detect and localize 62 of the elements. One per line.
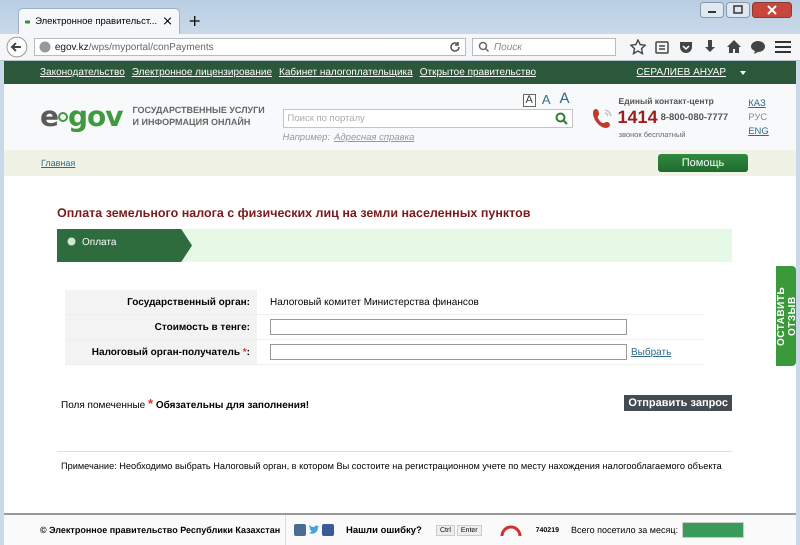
feedback-tab[interactable]: ОСТАВИТЬ ОТЗЫВ (776, 266, 796, 366)
nav-link[interactable]: Открытое правительство (420, 67, 536, 78)
font-size-button[interactable]: A (538, 92, 554, 106)
input-field[interactable] (270, 344, 627, 360)
globe-icon (38, 41, 51, 53)
nav-link[interactable]: Законодательство (40, 67, 125, 78)
home-icon[interactable] (726, 39, 742, 55)
error-report-text: Нашли ошибку? (346, 524, 423, 536)
visits-counter-widget (682, 522, 744, 538)
language-link[interactable]: РУС (748, 112, 769, 122)
back-icon[interactable] (6, 36, 28, 58)
step-tab[interactable]: Оплата (57, 229, 192, 262)
address-bar[interactable]: egov.kz/wps/myportal/conPayments (34, 38, 466, 56)
visits-label: Всего посетило за месяц: (570, 525, 678, 535)
submit-button[interactable]: Отправить запрос (624, 395, 732, 411)
copyright-text: © Электронное правительство Республики Казахстан (40, 525, 282, 535)
minimize-icon[interactable] (700, 2, 724, 18)
required-note: Поля помеченные * Обязательны для заполнения! (61, 396, 310, 410)
chat-icon[interactable] (750, 39, 766, 55)
tab-title: Электронное правительст... (35, 16, 158, 27)
user-menu[interactable]: СЕРАЛИЕВ АНУАР (636, 67, 746, 78)
star-icon[interactable] (630, 39, 646, 55)
close-icon[interactable] (752, 2, 792, 18)
breadcrumb-link[interactable]: Главная (41, 158, 76, 168)
caret-icon (740, 70, 746, 74)
social-icon[interactable] (322, 524, 334, 536)
example-label: Например: (282, 132, 330, 142)
short-number: 1414 (618, 107, 658, 128)
logo[interactable]: e gov (40, 103, 123, 131)
menu-icon[interactable] (774, 39, 792, 55)
bullet-icon (67, 237, 76, 246)
field-value: Налоговый комитет Министерства финансов (270, 296, 479, 308)
ring-icon (500, 524, 522, 536)
field-label: Стоимость в тенге: (65, 315, 257, 339)
note-text: Примечание: Необходимо выбрать Налоговый орган, в котором Вы состоите на регистрационном учете по месту нахождения налогооблагаемого объекта (61, 461, 723, 471)
maximize-icon[interactable] (726, 2, 750, 18)
search-icon (478, 41, 490, 53)
phone-number: 8-800-080-7777 (660, 112, 728, 123)
reload-icon[interactable] (448, 41, 461, 53)
close-icon[interactable]: × (162, 15, 173, 28)
nav-link[interactable]: Кабинет налогоплательщика (279, 67, 413, 78)
contact-center-title: Единый контакт-центр (618, 96, 715, 106)
search-field[interactable]: Поиск (472, 38, 616, 56)
field-label: Налоговый орган-получатель *: (65, 340, 257, 364)
input-field[interactable] (270, 319, 627, 335)
pocket-icon[interactable] (678, 39, 694, 55)
browser-tab[interactable]: Электронное правительст... × (18, 8, 180, 34)
search-icon[interactable] (554, 112, 568, 124)
choose-link[interactable]: Выбрать (631, 346, 672, 358)
language-link[interactable]: ENG (748, 126, 769, 136)
nav-link[interactable]: Электронное лицензирование (132, 67, 272, 78)
font-size-button[interactable]: A (522, 94, 536, 106)
language-link[interactable]: КАЗ (748, 98, 769, 108)
font-size-button[interactable]: A (556, 90, 573, 106)
help-button[interactable]: Помощь (658, 154, 748, 172)
bird-icon[interactable] (308, 524, 320, 536)
tagline: ГОСУДАРСТВЕННЫЕ УСЛУГИ И ИНФОРМАЦИЯ ОНЛАЙН (132, 105, 266, 129)
site-icon (25, 18, 30, 26)
field-label: Государственный орган: (65, 290, 257, 314)
page-title: Оплата земельного налога с физических лиц на земли населенных пунктов (57, 206, 532, 220)
clipboard-icon[interactable] (654, 39, 670, 55)
new-tab-button[interactable]: + (188, 13, 202, 29)
